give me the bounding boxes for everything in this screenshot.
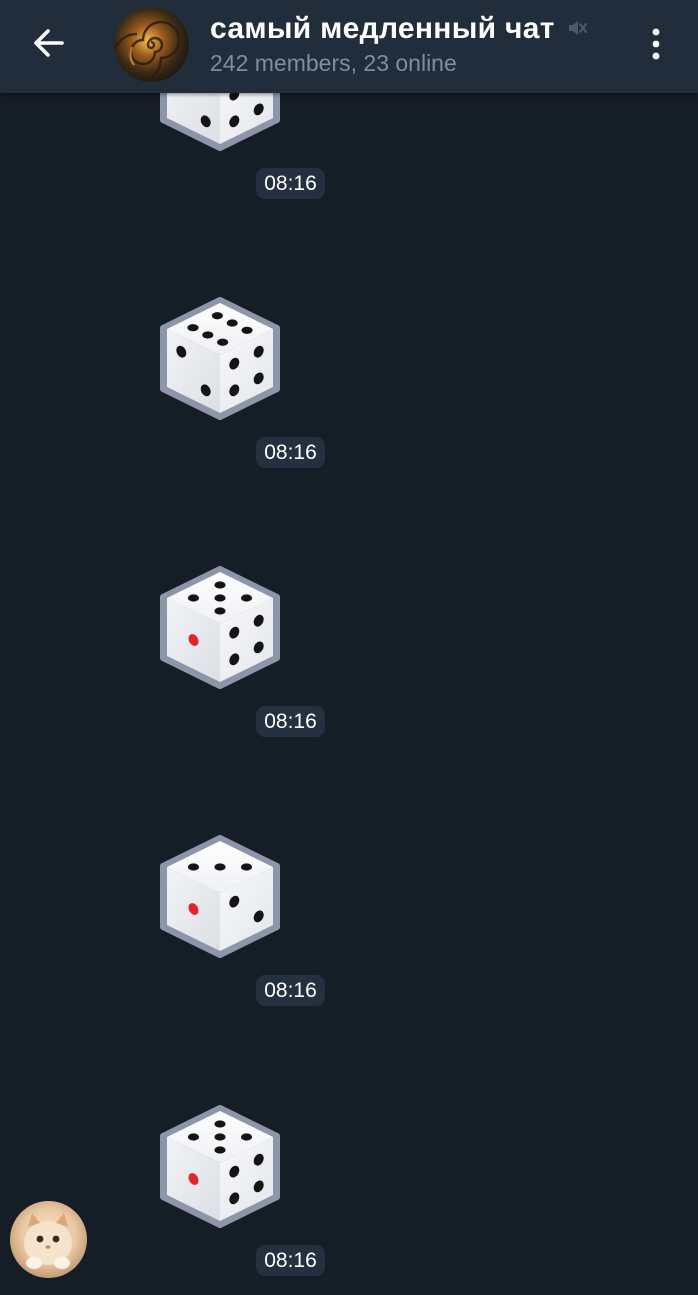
chat-header: самый медленный чат 242 members, 23 onli…: [0, 0, 698, 93]
dice-message[interactable]: 08:16: [155, 835, 325, 1025]
chat-avatar[interactable]: [114, 7, 189, 82]
back-button[interactable]: [22, 20, 76, 66]
dice-icon: [160, 297, 280, 420]
message-time: 08:16: [256, 1245, 325, 1276]
message-time: 08:16: [256, 437, 325, 468]
dice-icon: [160, 835, 280, 958]
dice-message[interactable]: 08:16: [155, 1105, 325, 1295]
chat-title[interactable]: самый медленный чат: [210, 12, 555, 46]
message-time: 08:16: [256, 168, 325, 199]
mute-icon: [569, 21, 587, 35]
more-menu-button[interactable]: [636, 20, 676, 68]
message-time: 08:16: [256, 975, 325, 1006]
dice-message[interactable]: 08:16: [155, 566, 325, 756]
dice-message[interactable]: 08:16: [155, 297, 325, 487]
dice-icon: [160, 1105, 280, 1228]
sender-avatar[interactable]: [10, 1201, 87, 1278]
arrow-left-icon: [34, 29, 64, 57]
dice-icon: [160, 566, 280, 689]
more-vertical-icon: [652, 28, 660, 60]
chat-subtitle: 242 members, 23 online: [210, 50, 457, 76]
message-time: 08:16: [256, 706, 325, 737]
